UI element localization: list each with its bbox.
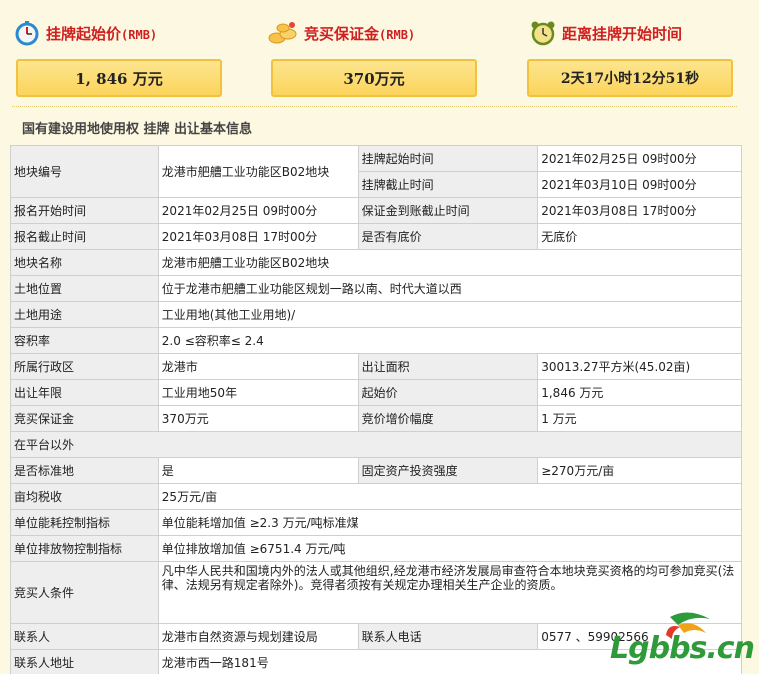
location-value: 位于龙港市舥艚工业功能区规划一路以南、时代大道以西 — [157, 275, 743, 302]
table-row: 出让年限 工业用地50年 起始价 1,846 万元 — [10, 379, 742, 406]
summary-header: 挂牌起始价(RMB) 1, 846 万元 竞买保证金(RMB) 370万元 距离… — [0, 0, 759, 108]
list-end-label: 挂牌截止时间 — [357, 171, 539, 198]
table-row: 土地位置 位于龙港市舥艚工业功能区规划一路以南、时代大道以西 — [10, 275, 743, 302]
tax-value: 25万元/亩 — [157, 483, 743, 510]
parcel-no-label: 地块编号 — [10, 145, 159, 198]
area-label: 出让面积 — [357, 353, 539, 380]
area-value: 30013.27平方米(45.02亩) — [537, 353, 742, 380]
table-row: 土地用途 工业用地(其他工业用地)/ — [10, 301, 743, 328]
outside-platform-label: 在平台以外 — [10, 431, 742, 458]
increment-label: 竞价增价幅度 — [357, 405, 539, 432]
increment-value: 1 万元 — [537, 405, 742, 432]
list-end-value: 2021年03月10日 09时00分 — [537, 171, 742, 198]
standard-value: 是 — [157, 457, 359, 484]
start-price-card: 挂牌起始价(RMB) 1, 846 万元 — [14, 0, 244, 108]
address-label: 联系人地址 — [10, 649, 159, 674]
table-row: 亩均税收 25万元/亩 — [10, 483, 743, 510]
watermark-logo: Lgbbs.cn — [608, 605, 758, 674]
deposit-card: 竞买保证金(RMB) 370万元 — [268, 0, 498, 108]
contact-label: 联系人 — [10, 623, 159, 650]
term-label: 出让年限 — [10, 379, 159, 406]
table-row: 单位排放物控制指标 单位排放增加值 ≥6751.4 万元/吨 — [10, 535, 743, 562]
list-start-label: 挂牌起始时间 — [357, 145, 539, 172]
tax-label: 亩均税收 — [10, 483, 159, 510]
usage-label: 土地用途 — [10, 301, 159, 328]
far-label: 容积率 — [10, 327, 159, 354]
land-info-table: 地块编号 龙港市舥艚工业功能区B02地块 挂牌起始时间 2021年02月25日 … — [10, 145, 743, 674]
district-label: 所属行政区 — [10, 353, 159, 380]
table-row: 竞买保证金 370万元 竞价增价幅度 1 万元 — [10, 405, 742, 432]
emission-value: 单位排放增加值 ≥6751.4 万元/吨 — [157, 535, 743, 562]
start-price-value: 1, 846 万元 — [16, 59, 222, 97]
table-row: 地块名称 龙港市舥艚工业功能区B02地块 — [10, 249, 743, 276]
countdown-label: 距离挂牌开始时间 — [562, 24, 683, 43]
deposit-deadline-value: 2021年03月08日 17时00分 — [537, 197, 742, 224]
energy-value: 单位能耗增加值 ≥2.3 万元/吨标准煤 — [157, 509, 743, 536]
standard-label: 是否标准地 — [10, 457, 159, 484]
start-price-row-value: 1,846 万元 — [537, 379, 742, 406]
coins-icon — [268, 20, 298, 46]
parcel-name-label: 地块名称 — [10, 249, 159, 276]
reg-start-label: 报名开始时间 — [10, 197, 159, 224]
deposit-value: 370万元 — [271, 59, 477, 97]
contact-value: 龙港市自然资源与规划建设局 — [157, 623, 359, 650]
table-row: 单位能耗控制指标 单位能耗增加值 ≥2.3 万元/吨标准煤 — [10, 509, 743, 536]
investment-value: ≥270万元/亩 — [537, 457, 742, 484]
emission-label: 单位排放物控制指标 — [10, 535, 159, 562]
divider — [12, 106, 737, 107]
bid-deposit-label: 竞买保证金 — [10, 405, 159, 432]
parcel-no-value: 龙港市舥艚工业功能区B02地块 — [157, 145, 359, 198]
watermark-text: Lgbbs.cn — [610, 631, 755, 666]
alarm-clock-icon — [530, 20, 556, 46]
reserve-value: 无底价 — [537, 223, 742, 250]
bidder-label: 竞买人条件 — [10, 561, 159, 624]
table-row: 报名开始时间 2021年02月25日 09时00分 保证金到账截止时间 2021… — [10, 197, 742, 224]
start-price-row-label: 起始价 — [357, 379, 539, 406]
table-row: 地块编号 龙港市舥艚工业功能区B02地块 挂牌起始时间 2021年02月25日 … — [10, 145, 742, 198]
list-start-value: 2021年02月25日 09时00分 — [537, 145, 742, 172]
start-price-unit: (RMB) — [121, 27, 158, 42]
table-row: 是否标准地 是 固定资产投资强度 ≥270万元/亩 — [10, 457, 742, 484]
deposit-unit: (RMB) — [379, 27, 416, 42]
usage-value: 工业用地(其他工业用地)/ — [157, 301, 743, 328]
phone-label: 联系人电话 — [357, 623, 539, 650]
table-row: 所属行政区 龙港市 出让面积 30013.27平方米(45.02亩) — [10, 353, 742, 380]
countdown-card: 距离挂牌开始时间 2天17小时12分51秒 — [527, 0, 759, 108]
district-value: 龙港市 — [157, 353, 359, 380]
investment-label: 固定资产投资强度 — [357, 457, 539, 484]
reserve-label: 是否有底价 — [357, 223, 539, 250]
location-label: 土地位置 — [10, 275, 159, 302]
energy-label: 单位能耗控制指标 — [10, 509, 159, 536]
countdown-value: 2天17小时12分51秒 — [527, 59, 733, 97]
reg-end-label: 报名截止时间 — [10, 223, 159, 250]
parcel-name-value: 龙港市舥艚工业功能区B02地块 — [157, 249, 743, 276]
reg-end-value: 2021年03月08日 17时00分 — [157, 223, 359, 250]
table-row: 报名截止时间 2021年03月08日 17时00分 是否有底价 无底价 — [10, 223, 742, 250]
term-value: 工业用地50年 — [157, 379, 359, 406]
far-value: 2.0 ≤容积率≤ 2.4 — [157, 327, 743, 354]
start-price-label: 挂牌起始价 — [46, 24, 122, 43]
deposit-deadline-label: 保证金到账截止时间 — [357, 197, 539, 224]
reg-start-value: 2021年02月25日 09时00分 — [157, 197, 359, 224]
table-row: 在平台以外 — [10, 431, 742, 458]
table-row: 容积率 2.0 ≤容积率≤ 2.4 — [10, 327, 743, 354]
deposit-label: 竞买保证金 — [304, 24, 380, 43]
section-title: 国有建设用地使用权 挂牌 出让基本信息 — [22, 122, 253, 137]
stopwatch-icon — [14, 20, 40, 46]
bid-deposit-value: 370万元 — [157, 405, 359, 432]
